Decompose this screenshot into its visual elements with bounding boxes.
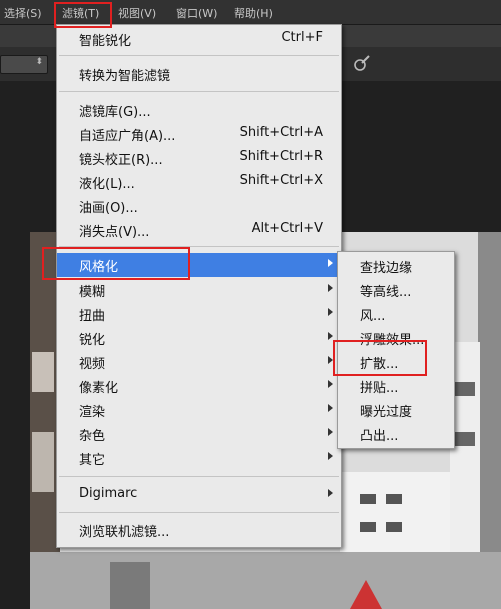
menu-item-label: 其它 bbox=[79, 453, 106, 468]
menu-item-other[interactable]: 其它 bbox=[57, 446, 341, 470]
submenu-item-extrude[interactable]: 凸出... bbox=[338, 422, 454, 446]
menu-select[interactable]: 选择(S) bbox=[4, 5, 42, 21]
menu-item-label: 消失点(V)... bbox=[79, 225, 150, 240]
menu-item-label: 像素化 bbox=[79, 381, 119, 396]
menu-item-convert-smart-filter[interactable]: 转换为智能滤镜 bbox=[57, 62, 341, 86]
menu-item-shortcut: Shift+Ctrl+X bbox=[239, 173, 323, 188]
submenu-arrow-icon bbox=[328, 259, 333, 267]
submenu-item-label: 凸出... bbox=[360, 429, 399, 444]
menu-item-render[interactable]: 渲染 bbox=[57, 398, 341, 422]
filter-menu: 智能锐化 Ctrl+F 转换为智能滤镜 滤镜库(G)... 自适应广角(A)..… bbox=[56, 24, 342, 548]
submenu-item-tiles[interactable]: 拼贴... bbox=[338, 374, 454, 398]
submenu-item-wind[interactable]: 风... bbox=[338, 302, 454, 326]
menu-item-liquify[interactable]: 液化(L)... Shift+Ctrl+X bbox=[57, 170, 341, 194]
menu-item-shortcut: Ctrl+F bbox=[281, 30, 323, 45]
menu-item-label: 智能锐化 bbox=[79, 34, 132, 49]
menu-item-lens-correction[interactable]: 镜头校正(R)... Shift+Ctrl+R bbox=[57, 146, 341, 170]
highlight-box-stylize bbox=[42, 247, 190, 280]
submenu-item-label: 曝光过度 bbox=[360, 405, 413, 420]
submenu-arrow-icon bbox=[328, 284, 333, 292]
menu-separator bbox=[59, 512, 339, 513]
menu-item-label: 自适应广角(A)... bbox=[79, 129, 176, 144]
menu-item-label: Digimarc bbox=[79, 486, 138, 501]
submenu-item-find-edges[interactable]: 查找边缘 bbox=[338, 254, 454, 278]
menu-item-blur[interactable]: 模糊 bbox=[57, 278, 341, 302]
menu-item-filter-gallery[interactable]: 滤镜库(G)... bbox=[57, 98, 341, 122]
menu-separator bbox=[59, 55, 339, 56]
highlight-box-filter-menu bbox=[54, 2, 112, 28]
menu-item-label: 模糊 bbox=[79, 285, 106, 300]
menu-separator bbox=[59, 91, 339, 92]
submenu-arrow-icon bbox=[328, 380, 333, 388]
menu-item-adaptive-wide-angle[interactable]: 自适应广角(A)... Shift+Ctrl+A bbox=[57, 122, 341, 146]
menu-item-browse-online-filters[interactable]: 浏览联机滤镜... bbox=[57, 518, 341, 542]
menu-item-label: 杂色 bbox=[79, 429, 106, 444]
menu-item-label: 视频 bbox=[79, 357, 106, 372]
menu-item-label: 液化(L)... bbox=[79, 177, 135, 192]
menu-item-label: 扭曲 bbox=[79, 309, 106, 324]
menu-item-video[interactable]: 视频 bbox=[57, 350, 341, 374]
menu-item-distort[interactable]: 扭曲 bbox=[57, 302, 341, 326]
menu-item-label: 转换为智能滤镜 bbox=[79, 69, 171, 84]
submenu-item-label: 风... bbox=[360, 309, 386, 324]
submenu-arrow-icon bbox=[328, 452, 333, 460]
submenu-item-contour[interactable]: 等高线... bbox=[338, 278, 454, 302]
menu-item-oil-paint[interactable]: 油画(O)... bbox=[57, 194, 341, 218]
submenu-arrow-icon bbox=[328, 404, 333, 412]
menu-item-label: 镜头校正(R)... bbox=[79, 153, 163, 168]
menu-item-label: 锐化 bbox=[79, 333, 106, 348]
dropdown-arrows-icon: ⬍ bbox=[35, 57, 43, 67]
menu-window[interactable]: 窗口(W) bbox=[176, 5, 217, 21]
menu-separator bbox=[59, 476, 339, 477]
submenu-arrow-icon bbox=[328, 489, 333, 497]
submenu-arrow-icon bbox=[328, 308, 333, 316]
submenu-item-label: 等高线... bbox=[360, 285, 412, 300]
menu-help[interactable]: 帮助(H) bbox=[234, 5, 273, 21]
menu-item-digimarc[interactable]: Digimarc bbox=[57, 483, 341, 507]
menu-item-label: 油画(O)... bbox=[79, 201, 138, 216]
menu-item-vanishing-point[interactable]: 消失点(V)... Alt+Ctrl+V bbox=[57, 218, 341, 242]
menu-item-label: 浏览联机滤镜... bbox=[79, 525, 170, 540]
tool-preset-dropdown[interactable]: ⬍ bbox=[0, 55, 48, 74]
submenu-item-solarize[interactable]: 曝光过度 bbox=[338, 398, 454, 422]
highlight-box-diffuse bbox=[333, 340, 427, 376]
menu-item-noise[interactable]: 杂色 bbox=[57, 422, 341, 446]
menu-item-smart-sharpen[interactable]: 智能锐化 Ctrl+F bbox=[57, 27, 341, 51]
menu-item-shortcut: Shift+Ctrl+A bbox=[239, 125, 323, 140]
menu-item-sharpen[interactable]: 锐化 bbox=[57, 326, 341, 350]
menu-item-shortcut: Alt+Ctrl+V bbox=[251, 221, 323, 236]
menu-item-label: 滤镜库(G)... bbox=[79, 105, 151, 120]
menu-item-shortcut: Shift+Ctrl+R bbox=[239, 149, 324, 164]
submenu-item-label: 拼贴... bbox=[360, 381, 399, 396]
submenu-arrow-icon bbox=[328, 332, 333, 340]
menu-view[interactable]: 视图(V) bbox=[118, 5, 156, 21]
brush-icon[interactable] bbox=[352, 53, 372, 73]
submenu-arrow-icon bbox=[328, 428, 333, 436]
menu-item-label: 渲染 bbox=[79, 405, 106, 420]
menu-item-pixelate[interactable]: 像素化 bbox=[57, 374, 341, 398]
submenu-item-label: 查找边缘 bbox=[360, 261, 413, 276]
